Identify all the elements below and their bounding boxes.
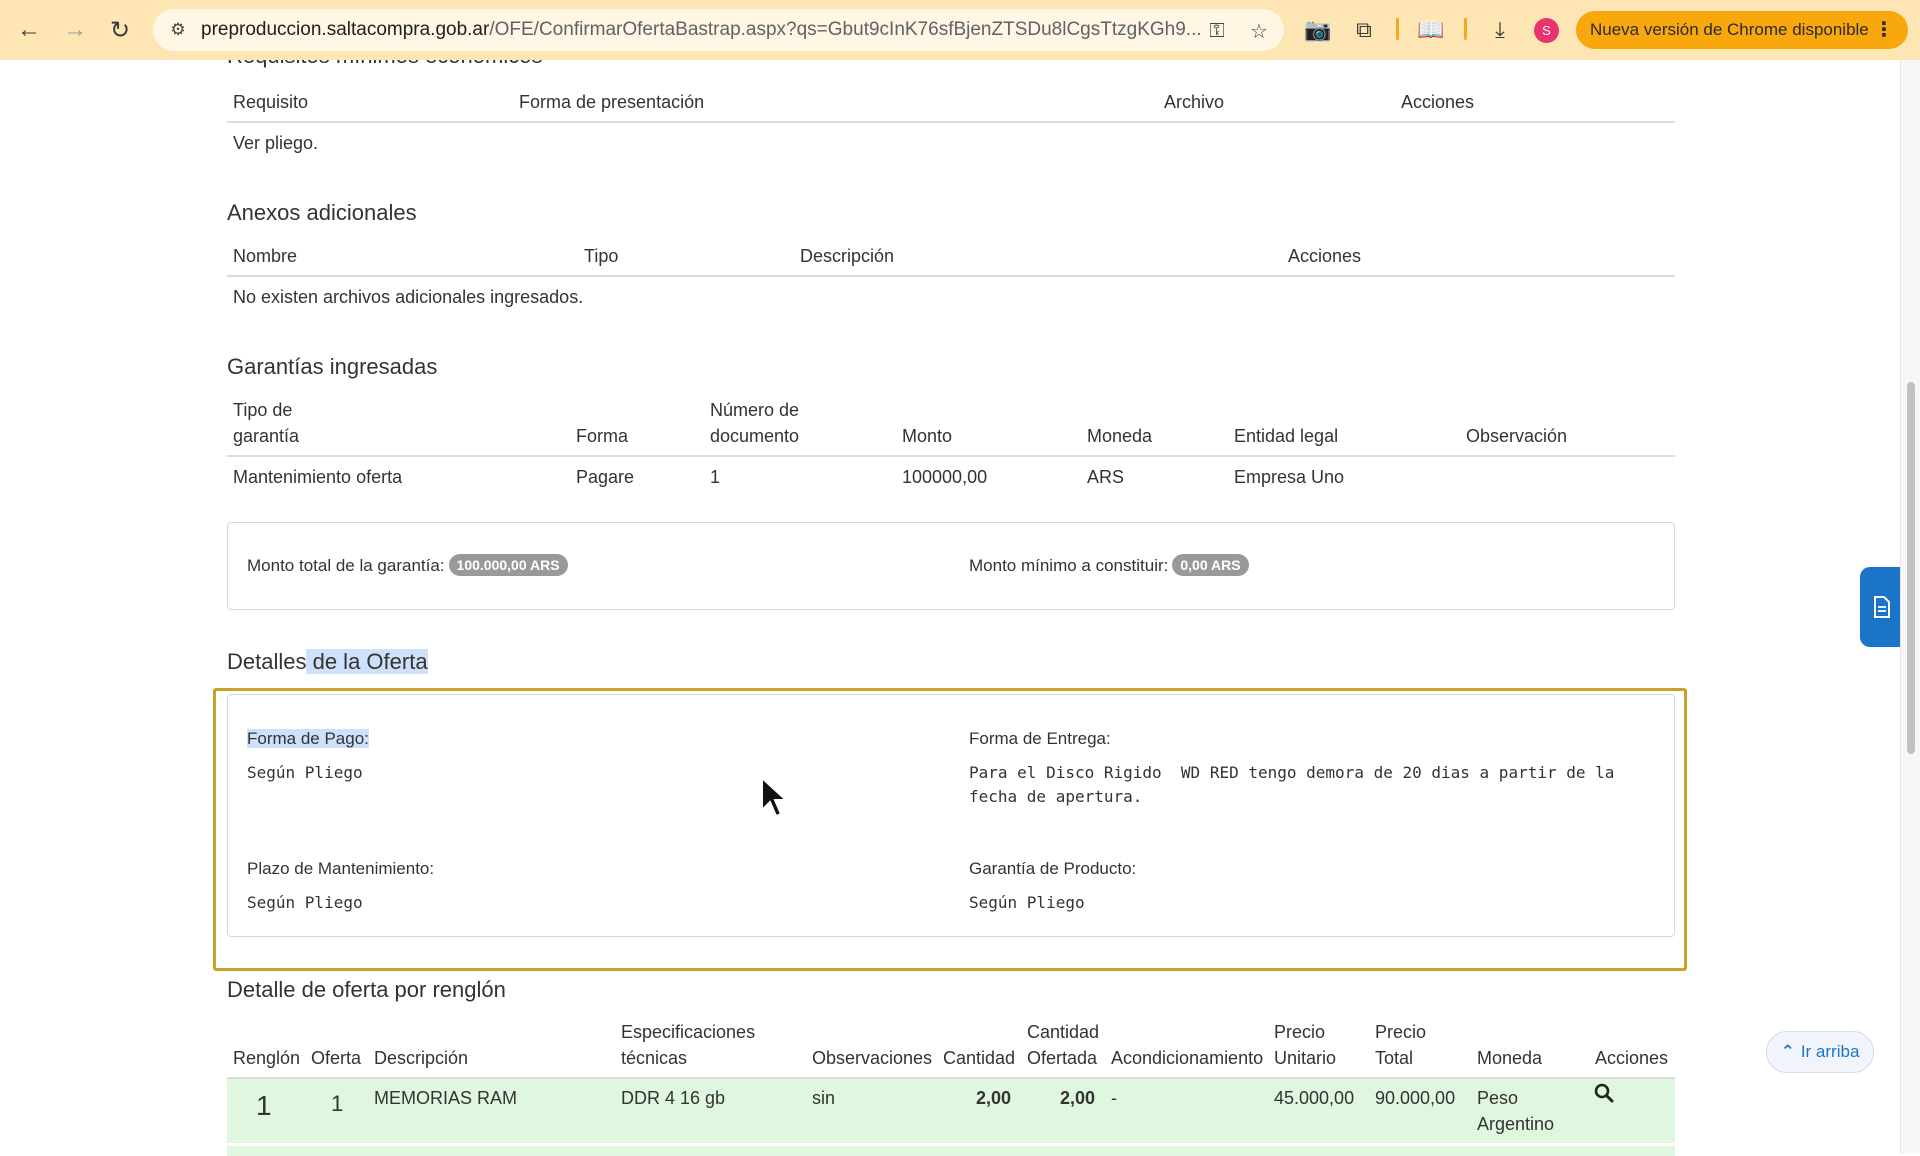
row-especificaciones: DDR 4 16 gb <box>621 1088 726 1108</box>
monto-total-badge: 100.000,00 ARS <box>448 554 568 576</box>
anexos-title: Anexos adicionales <box>227 200 417 225</box>
garantia-monto: 100000,00 <box>902 467 988 487</box>
monto-minimo: Monto mínimo a constituir: 0,00 ARS <box>969 554 1249 576</box>
col-moneda: Moneda <box>1087 426 1153 446</box>
star-icon[interactable]: ☆ <box>1245 17 1273 45</box>
anexos-empty: No existen archivos adicionales ingresad… <box>233 287 584 307</box>
col-tipo: Tipo <box>584 246 619 266</box>
col-precio-unitario: Precio Unitario <box>1274 1022 1337 1068</box>
ir-arriba-button[interactable]: ⌃ Ir arriba <box>1766 1031 1874 1073</box>
col-moneda: Moneda <box>1477 1048 1543 1068</box>
col-precio-total: Precio Total <box>1375 1022 1427 1068</box>
row-descripcion: MEMORIAS RAM <box>374 1088 518 1108</box>
page-scrollbar[interactable] <box>1900 60 1920 1154</box>
toolbar-separator <box>1464 18 1467 40</box>
col-acciones: Acciones <box>1401 92 1475 112</box>
garantia-forma: Pagare <box>576 467 635 487</box>
profile-avatar[interactable]: S <box>1534 18 1559 43</box>
col-especificaciones: Especificaciones técnicas <box>621 1022 756 1068</box>
col-renglon: Renglón <box>233 1048 301 1068</box>
table-row <box>227 1146 1675 1156</box>
scrollbar-thumb[interactable] <box>1907 382 1915 754</box>
col-descripcion: Descripción <box>374 1048 469 1068</box>
mouse-cursor-icon <box>760 775 789 823</box>
extensions-icon[interactable]: ⧉ <box>1348 14 1380 46</box>
col-cantidad: Cantidad <box>943 1048 1016 1068</box>
chevron-up-icon: ⌃ <box>1780 1042 1795 1061</box>
search-icon[interactable] <box>1594 1083 1614 1110</box>
more-icon[interactable]: ⋮ <box>1874 17 1894 42</box>
requisitos-title: Requisitos mínimos económicos <box>227 60 542 69</box>
site-settings-icon[interactable]: ⚙ <box>165 17 191 43</box>
ir-arriba-label: Ir arriba <box>1800 1042 1860 1061</box>
detalles-title: Detalles de la Oferta <box>227 649 428 674</box>
forward-icon[interactable]: → <box>59 14 91 46</box>
document-icon[interactable] <box>1860 567 1904 647</box>
garantia-tipo: Mantenimiento oferta <box>233 467 403 487</box>
table-divider <box>227 275 1675 277</box>
col-acciones: Acciones <box>1288 246 1362 266</box>
address-bar[interactable]: ⚙ preproduccion.saltacompra.gob.ar/OFE/C… <box>153 9 1284 51</box>
garantia-moneda: ARS <box>1087 467 1125 487</box>
table-divider <box>227 121 1675 123</box>
row-cantidad: 2,00 <box>975 1088 1011 1108</box>
key-icon[interactable]: ⚿ <box>1203 17 1231 45</box>
back-icon[interactable]: ← <box>13 14 45 46</box>
col-acondicionamiento: Acondicionamiento <box>1111 1048 1264 1068</box>
renglones-title: Detalle de oferta por renglón <box>227 977 506 1002</box>
oferta-number: 1 <box>331 1091 344 1116</box>
col-oferta: Oferta <box>311 1048 362 1068</box>
requisitos-empty: Ver pliego. <box>233 133 319 153</box>
col-monto: Monto <box>902 426 953 446</box>
garantias-title: Garantías ingresadas <box>227 354 438 379</box>
col-forma: Forma <box>576 426 629 446</box>
monto-total-garantia: Monto total de la garantía: 100.000,00 AR… <box>247 554 568 576</box>
row-precio-unitario: 45.000,00 <box>1274 1088 1355 1108</box>
reload-icon[interactable]: ↻ <box>104 14 136 46</box>
browser-toolbar: ← → ↻ ⚙ preproduccion.saltacompra.gob.ar… <box>0 0 1920 60</box>
col-observaciones: Observaciones <box>812 1048 933 1068</box>
table-divider <box>227 455 1675 457</box>
col-archivo: Archivo <box>1164 92 1225 112</box>
col-numero-documento: Número de documento <box>710 400 800 446</box>
garantia-totales-panel: Monto total de la garantía: 100.000,00 AR… <box>227 522 1675 610</box>
col-descripcion: Descripción <box>800 246 895 266</box>
page-content: Requisitos mínimos económicos Requisito … <box>0 60 1900 1154</box>
camera-icon[interactable]: 📷 <box>1302 14 1334 46</box>
reading-list-icon[interactable]: 📖 <box>1415 14 1447 46</box>
download-icon[interactable]: ⤓ <box>1484 14 1516 46</box>
toolbar-separator <box>1396 18 1399 40</box>
renglon-number: 1 <box>256 1090 272 1121</box>
col-entidad-legal: Entidad legal <box>1234 426 1339 446</box>
col-forma-presentacion: Forma de presentación <box>519 92 705 112</box>
col-acciones: Acciones <box>1595 1048 1669 1068</box>
col-requisito: Requisito <box>233 92 309 112</box>
row-moneda: Peso Argentino <box>1477 1088 1555 1134</box>
row-precio-total: 90.000,00 <box>1375 1088 1456 1108</box>
row-observaciones: sin <box>812 1088 836 1108</box>
row-acondicionamiento: - <box>1111 1088 1117 1108</box>
col-tipo-garantia: Tipo de garantía <box>233 400 300 446</box>
col-nombre: Nombre <box>233 246 298 266</box>
table-row: 1 1 MEMORIAS RAM DDR 4 16 gb sin 2,00 2,… <box>227 1079 1675 1143</box>
garantia-entidad: Empresa Uno <box>1234 467 1345 487</box>
row-cantidad-ofertada: 2,00 <box>1059 1088 1095 1108</box>
url-text[interactable]: preproduccion.saltacompra.gob.ar/OFE/Con… <box>201 19 1201 41</box>
monto-minimo-badge: 0,00 ARS <box>1172 554 1249 576</box>
selection-highlight-box <box>213 688 1687 971</box>
update-label: Nueva versión de Chrome disponible <box>1590 20 1869 39</box>
col-cantidad-ofertada: Cantidad Ofertada <box>1027 1022 1100 1068</box>
col-observacion: Observación <box>1466 426 1568 446</box>
garantia-numero: 1 <box>710 467 721 487</box>
chrome-update-button[interactable]: Nueva versión de Chrome disponible ⋮ <box>1576 11 1908 49</box>
